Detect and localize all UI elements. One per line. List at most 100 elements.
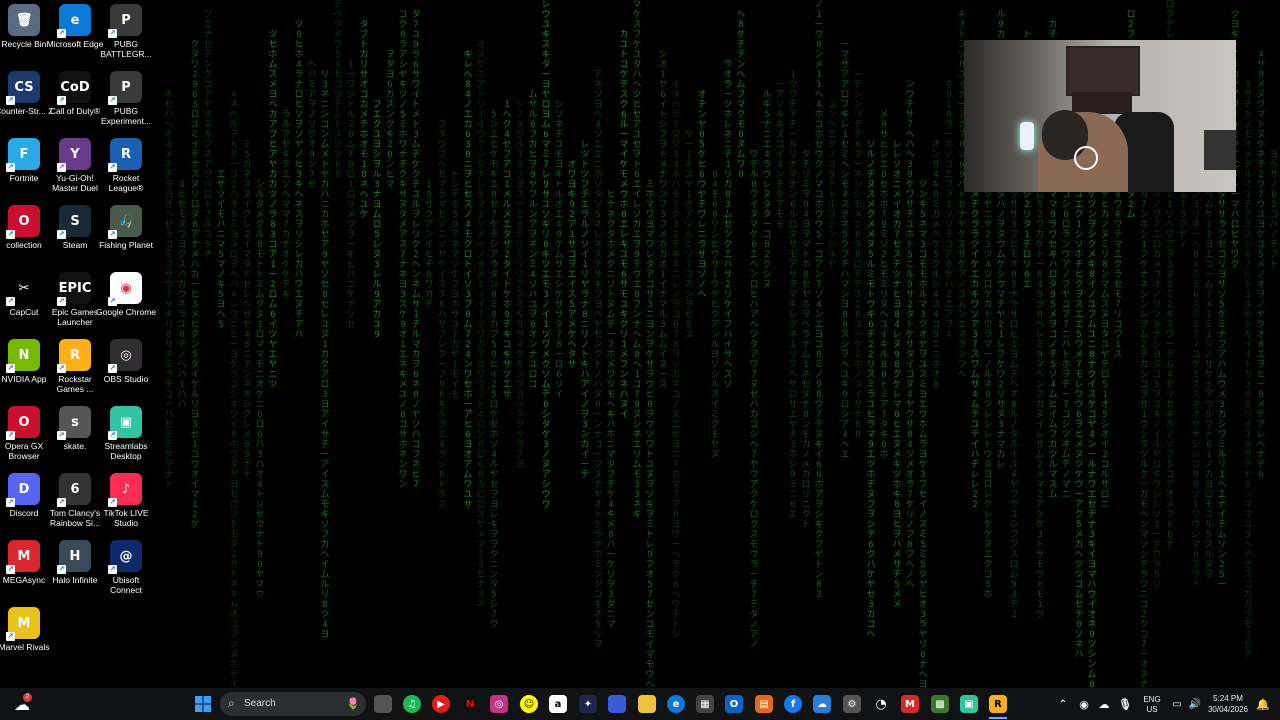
matrix-rain-column: ー テ ン ン リ テ テ 6 マ ー ネ ン シ モ メ ニ 6 タ 8 ロ … bbox=[853, 70, 863, 440]
call-of-duty-icon: CoD ↗ bbox=[57, 71, 91, 105]
desktop-icon-fishing-planet[interactable]: 🎣 ↗ Fishing Planet bbox=[99, 201, 153, 267]
store-icon[interactable]: ▦ bbox=[696, 695, 714, 713]
shortcut-arrow-icon: ↗ bbox=[57, 96, 66, 105]
desktop-icon-skate[interactable]: s ↗ skate. bbox=[49, 402, 101, 468]
youtube-music-icon[interactable]: ▶ bbox=[432, 695, 450, 713]
matrix-rain-column: キ レ ヘ 8 4 ノ エ カ 6 3 0 ニ ヲ ヒ セ ス ノ 4 モ ク … bbox=[463, 50, 473, 510]
matrix-rain-column: タ フ ト カ リ サ オ コ カ メ テ ホ オ モ 1 8 ネ ヘ ユ ケ bbox=[359, 20, 369, 220]
desktop-icon-megasync[interactable]: M ↗ MEGAsync bbox=[0, 536, 50, 602]
notification-badge: 2 bbox=[23, 693, 32, 702]
minecraft-icon[interactable]: ▩ bbox=[931, 695, 949, 713]
matrix-rain-column: シ ソ ネ チ ユ モ ヨ キ ト ル オ エ 4 9 ケ ム サ エ シ ケ … bbox=[554, 100, 564, 400]
desktop-icon-call-of-duty[interactable]: CoD ↗ Call of Duty® bbox=[49, 67, 101, 133]
start-button[interactable] bbox=[194, 695, 212, 713]
rocket-league-icon: R ↗ bbox=[108, 138, 142, 172]
desktop-icon-google-chrome[interactable]: ◉ ↗ Google Chrome bbox=[96, 268, 156, 334]
desktop-icon-opera-gx[interactable]: O ↗ Opera GX Browser bbox=[0, 402, 50, 468]
opera-gx-icon: O ↗ bbox=[6, 406, 40, 440]
notification-bell-icon[interactable]: 🔔 bbox=[1254, 695, 1272, 713]
matrix-rain-column: ン ウ チ サ 7 ヘ ハ ヘ 3 9 ケ ワ サ チ ユ ホ ト 5 ニ ル … bbox=[905, 80, 915, 590]
matrix-rain-column: ム サ ル 6 フ カ ヒ ヲ 9 ヤ フ ル ン ア ヲ ネ ン ミ 4 ソ … bbox=[528, 90, 538, 390]
desktop-icon-label: Rocket League® bbox=[108, 173, 144, 193]
clock-time[interactable]: 5:24 PM bbox=[1206, 694, 1250, 703]
matrix-rain-column: オ ワ ヨ キ 9 2 ア 1 サ コ ヲ エ イ ス 5 ア メ ケ ヘ タ … bbox=[567, 160, 577, 370]
shortcut-arrow-icon: ↗ bbox=[108, 565, 117, 574]
megasync-taskbar-icon[interactable]: M bbox=[901, 695, 919, 713]
shortcut-arrow-icon: ↗ bbox=[108, 163, 117, 172]
spotify-icon[interactable]: ♫ bbox=[403, 695, 421, 713]
desktop-icon-rainbow-six[interactable]: 6 ↗ Tom Clancy's Rainbow Si... bbox=[49, 469, 101, 535]
desktop-icon-collection[interactable]: O ↗ collection bbox=[0, 201, 50, 267]
recycle-bin-icon: 🗑 bbox=[8, 4, 40, 36]
desktop-icon-discord[interactable]: D ↗ Discord bbox=[0, 469, 50, 535]
settings-icon[interactable]: ⚙ bbox=[843, 695, 861, 713]
app-icon[interactable]: ✦ bbox=[579, 695, 597, 713]
microphone-icon[interactable]: 🎙 bbox=[1116, 695, 1134, 713]
matrix-rain-column: ト シ テ ホ 5 9 ア ネ マ ソ ケ フ ヨ ホ サ ユ 7 カ ヤ 1 … bbox=[450, 170, 460, 400]
speaker-icon[interactable]: 🔊 bbox=[1186, 695, 1204, 713]
app-orange-icon[interactable]: ▤ bbox=[755, 695, 773, 713]
matrix-rain-column: ラ ル ア セ キ テ エ ソ ヘ マ マ 7 カ ナ オ ケ ケ テ キ bbox=[281, 110, 291, 300]
desktop-icon-ubisoft-connect[interactable]: @ ↗ Ubisoft Connect bbox=[100, 536, 152, 602]
desktop-icon-epic-games[interactable]: EPIC ↗ Epic Games Launcher bbox=[49, 268, 101, 334]
desktop-icon-label: Google Chrome bbox=[96, 307, 157, 317]
matrix-rain-column: 8 4 モ 6 8 リ シ ヒ ウ サ 1 ウ テ ヒ ク ア ン ル ヨ ソ … bbox=[710, 170, 720, 460]
stocks-icon[interactable] bbox=[608, 695, 626, 713]
desktop-icon-label: Streamlabs Desktop bbox=[104, 441, 148, 461]
app-blue-icon[interactable]: ☁ bbox=[813, 695, 831, 713]
language-bottom[interactable]: US bbox=[1138, 705, 1166, 714]
matrix-rain-column: オ チ ン ヤ 0 5 ケ ヒ 6 ウ ヤ チ ワ レ ニ ラ サ ヨ ソ ノ … bbox=[697, 90, 707, 300]
desktop-icon-yu-gi-oh[interactable]: Y ↗ Yu-Gi-Oh! Master Duel bbox=[49, 134, 101, 200]
matrix-rain-column: シ オ 1 ヤ 6 イ ト シ フ ヲ ト メ ナ ワ ン フ 3 フ メ カ … bbox=[658, 50, 668, 390]
webcam-overlay bbox=[964, 40, 1236, 192]
instagram-icon[interactable]: ◎ bbox=[490, 695, 508, 713]
capcut-icon: ✂ ↗ bbox=[6, 272, 40, 306]
netflix-icon[interactable]: N bbox=[461, 695, 479, 713]
snapchat-icon[interactable]: ☺ bbox=[520, 695, 538, 713]
desktop-icon-streamlabs[interactable]: ▣ ↗ Streamlabs Desktop bbox=[100, 402, 152, 468]
discord-icon: D ↗ bbox=[6, 473, 40, 507]
desktop-icon-rockstar-games[interactable]: R ↗ Rockstar Games ... bbox=[49, 335, 101, 401]
shortcut-arrow-icon: ↗ bbox=[108, 297, 117, 306]
matrix-rain-column: 4 ヒ セ モ ヌ ワ ヨ ク ス ハ カ ウ ネ ラ ユ 8 テ ノ ヘ ハ … bbox=[177, 180, 187, 410]
desktop-icon-fortnite[interactable]: F ↗ Fortnite bbox=[0, 134, 50, 200]
desktop-icon-pubg-battlegrounds[interactable]: P ↗ PUBG BATTLEGR... bbox=[100, 0, 152, 66]
matrix-rain-column: 1 9 サ ク ア ン イ ヒ チ 8 ワ カ テ bbox=[424, 180, 434, 310]
onedrive-icon[interactable]: ☁ bbox=[1095, 695, 1113, 713]
streamlabs-taskbar-icon[interactable]: ▣ bbox=[960, 695, 978, 713]
language-top[interactable]: ENG bbox=[1138, 695, 1166, 704]
desktop-icon-recycle-bin[interactable]: 🗑 Recycle Bin bbox=[0, 0, 50, 66]
amazon-icon[interactable]: a bbox=[549, 695, 567, 713]
desktop-icon-capcut[interactable]: ✂ ↗ CapCut bbox=[0, 268, 50, 334]
file-explorer-icon[interactable] bbox=[638, 695, 656, 713]
matrix-rain-column: フ タ ウ ワ ヘ セ マ ラ マ セ ソ ニ ソ ヤ ケ イ ス タ 8 ハ … bbox=[437, 120, 447, 510]
desktop-icon-steam[interactable]: S ↗ Steam bbox=[49, 201, 101, 267]
desktop-icon-nvidia-app[interactable]: N ↗ NVIDIA App bbox=[0, 335, 50, 401]
desktop-icon-microsoft-edge[interactable]: e ↗ Microsoft Edge bbox=[47, 0, 103, 66]
edge-taskbar-icon[interactable]: e bbox=[667, 695, 685, 713]
wifi-icon[interactable]: ▭ bbox=[1168, 695, 1186, 713]
desktop-icon-marvel-rivals[interactable]: M ↗ Marvel Rivals bbox=[0, 603, 50, 669]
desktop-icon-counter-strike-2[interactable]: CS ↗ Counter-Str... 2 bbox=[0, 67, 53, 133]
desktop-icon-halo-infinite[interactable]: H ↗ Halo Infinite bbox=[49, 536, 101, 602]
clock-date[interactable]: 30/04/2026 bbox=[1204, 705, 1252, 714]
tray-app-icon[interactable]: ◉ bbox=[1075, 695, 1093, 713]
desktop-icon-tiktok-live[interactable]: ♪ ↗ TikTok LIVE Studio bbox=[100, 469, 152, 535]
matrix-rain-column: オ ン サ 4 キ 0 ミ カ メ ヘ ケ 5 ク ル シ 4 コ 4 コ 9 … bbox=[931, 140, 941, 390]
task-view-icon[interactable] bbox=[374, 695, 392, 713]
matrix-rain-column: ク チ リ ミ ヲ 9 4 ヨ ヲ マ ト ホ 8 セ ヤ ホ ヲ ヘ ラ ナ … bbox=[801, 150, 811, 530]
desktop-icon-pubg-experimental[interactable]: P ↗ PUBG Experiment... bbox=[100, 67, 152, 133]
facebook-icon[interactable]: f bbox=[784, 695, 802, 713]
desktop-icon-label: PUBG Experiment... bbox=[100, 106, 152, 126]
shortcut-arrow-icon: ↗ bbox=[108, 498, 117, 507]
chevron-up-icon[interactable]: ⌃ bbox=[1054, 695, 1072, 713]
desktop-icon-obs-studio[interactable]: ◎ ↗ OBS Studio bbox=[100, 335, 152, 401]
rockstar-taskbar-icon[interactable]: R bbox=[989, 695, 1007, 713]
gauge-icon[interactable]: ◔ bbox=[872, 695, 890, 713]
rainbow-six-icon: 6 ↗ bbox=[57, 473, 91, 507]
outlook-icon[interactable]: O bbox=[725, 695, 743, 713]
matrix-rain-column: ヒ ナ ネ ク タ ホ メ ク ニ ソ ト ヌ ム テ ー 7 ホ メ ワ ツ … bbox=[606, 190, 616, 630]
desktop-icon-rocket-league[interactable]: R ↗ Rocket League® bbox=[100, 134, 152, 200]
search-box[interactable]: ⌕ Search 🌷 bbox=[220, 692, 366, 716]
matrix-rain-column: オ ス ケ ホ ア ト リ イ 4 ウ ラ シ 9 ナ レ 5 マ 2 ソ メ … bbox=[476, 40, 486, 610]
